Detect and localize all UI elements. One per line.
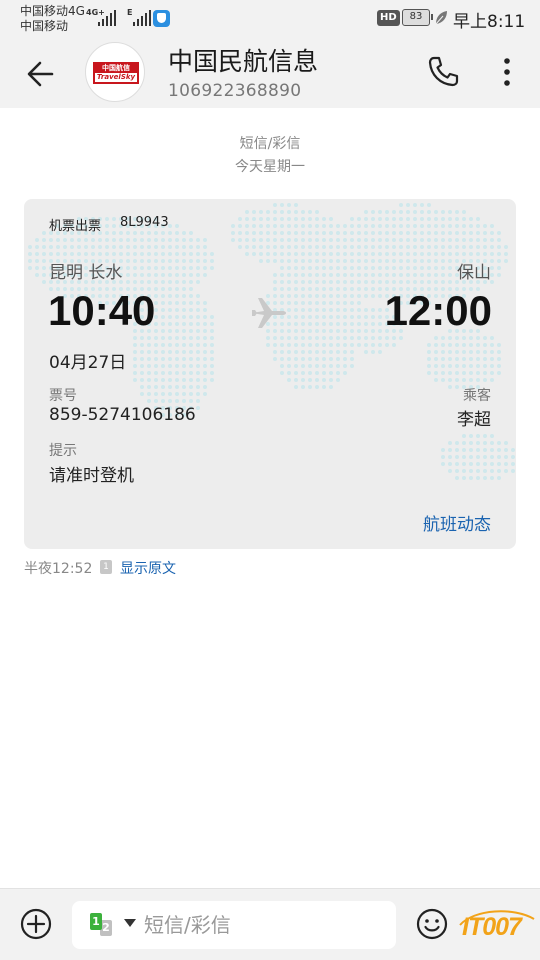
message-input[interactable] xyxy=(144,909,384,941)
card-type-label: 机票出票 xyxy=(49,219,102,234)
hd-voice-icon: HD xyxy=(377,10,400,26)
compose-bar: 2 1 IT007 xyxy=(0,888,540,960)
carrier-info: 中国移动4G 中国移动 xyxy=(20,4,85,34)
clock: 早上8:11 xyxy=(453,12,526,32)
phone-icon[interactable] xyxy=(425,54,461,90)
passenger-name: 李超 xyxy=(457,410,491,430)
message-type-label: 短信/彩信 xyxy=(239,136,301,152)
sim-1-badge: 1 xyxy=(90,913,102,930)
flight-ticket-card[interactable]: 机票出票 8L9943 昆明 长水 保山 10:40 12:00 04月27日 … xyxy=(24,199,516,549)
airplane-icon xyxy=(252,298,286,328)
signal-icon-2 xyxy=(133,10,151,26)
message-timestamp: 半夜12:52 xyxy=(24,561,93,577)
logo-chinese-text: 中国航信 xyxy=(95,64,137,73)
battery-icon: 83 xyxy=(402,9,433,26)
carrier-1: 中国移动4G xyxy=(20,4,85,18)
shield-icon xyxy=(153,10,170,27)
ticket-number: 859-5274106186 xyxy=(49,405,196,425)
tip-label: 提示 xyxy=(49,443,77,459)
flight-status-link[interactable]: 航班动态 xyxy=(423,510,491,535)
conversation-header: 中国航信 TravelSky 中国民航信息 106922368890 xyxy=(0,38,540,108)
world-map-background xyxy=(28,203,515,480)
sim-indicator: 1 xyxy=(100,560,112,574)
tip-text: 请准时登机 xyxy=(49,466,134,486)
more-vert-icon[interactable] xyxy=(493,54,521,90)
sim-switch-icon[interactable]: 2 1 xyxy=(90,913,120,937)
watermark-logo: IT007 xyxy=(454,905,538,953)
date-separator: 今天星期一 xyxy=(235,159,305,175)
add-attachment-icon[interactable] xyxy=(20,908,52,940)
ticket-number-label: 票号 xyxy=(49,388,77,404)
passenger-label: 乘客 xyxy=(463,388,491,404)
back-arrow-icon[interactable] xyxy=(22,54,62,94)
travelsky-logo: 中国航信 TravelSky xyxy=(93,62,139,84)
contact-avatar[interactable]: 中国航信 TravelSky xyxy=(85,42,145,102)
watermark-text: IT007 xyxy=(462,913,522,941)
arrival-city: 保山 xyxy=(457,263,491,283)
departure-city: 昆明 长水 xyxy=(49,263,123,283)
contact-number: 106922368890 xyxy=(168,81,302,101)
departure-time: 10:40 xyxy=(48,287,156,334)
contact-name: 中国民航信息 xyxy=(168,47,319,76)
network-type-2: E xyxy=(127,8,133,17)
signal-icon-1 xyxy=(98,10,116,26)
emoji-icon[interactable] xyxy=(416,908,448,940)
arrival-time: 12:00 xyxy=(384,287,492,334)
flight-date: 04月27日 xyxy=(49,353,127,373)
message-input-box: 2 1 xyxy=(72,901,396,949)
leaf-icon xyxy=(435,11,447,25)
status-bar: 中国移动4G 中国移动 4G+ E HD 83 早上8:11 xyxy=(0,0,540,38)
flight-number: 8L9943 xyxy=(120,215,169,230)
carrier-2: 中国移动 xyxy=(20,19,69,33)
show-original-link[interactable]: 显示原文 xyxy=(120,558,176,578)
chevron-down-icon[interactable] xyxy=(124,919,136,927)
logo-english-text: TravelSky xyxy=(96,73,136,81)
